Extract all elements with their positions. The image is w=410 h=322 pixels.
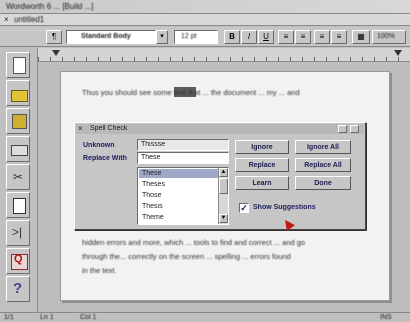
suggestion-item[interactable]: Theses — [142, 180, 165, 189]
ignore-button[interactable]: Ignore — [235, 140, 289, 154]
status-column: Col 1 — [80, 314, 97, 321]
help-icon[interactable]: ? — [6, 276, 30, 302]
right-indent-marker[interactable] — [394, 50, 402, 56]
close-icon[interactable]: × — [78, 124, 83, 133]
unknown-word-field[interactable]: Thissse — [137, 139, 229, 151]
minimize-icon[interactable] — [338, 125, 347, 133]
align-left-button[interactable]: ≡ — [278, 30, 294, 44]
paragraph-icon[interactable]: ¶ — [46, 30, 62, 44]
show-suggestions-checkbox[interactable]: ✓ — [239, 203, 249, 213]
replace-all-button[interactable]: Replace All — [295, 158, 351, 172]
spell-check-icon[interactable]: Q — [6, 248, 30, 274]
align-right-button[interactable]: ≡ — [314, 30, 330, 44]
maximize-icon[interactable] — [350, 125, 359, 133]
close-icon[interactable]: × — [4, 15, 9, 25]
document-title-bar: × untitled1 — [0, 14, 410, 26]
document-title: untitled1 — [14, 15, 45, 24]
paste-clipboard-icon[interactable] — [6, 192, 30, 218]
style-select[interactable]: Standard Body — [66, 30, 156, 44]
bold-button[interactable]: B — [224, 30, 240, 44]
document-line: hidden errors and more, which ... tools … — [82, 238, 306, 247]
save-disk-icon[interactable] — [6, 108, 30, 134]
justify-button[interactable]: ≡ — [331, 30, 347, 44]
replace-with-field[interactable]: These — [137, 152, 229, 164]
show-suggestions-label: Show Suggestions — [253, 204, 316, 211]
tool-palette: ✂ >| Q ? — [0, 48, 38, 312]
suggestions-list[interactable]: These Theses Those Thesis Theme ▲ ▼ — [137, 167, 229, 225]
highlighted-word — [174, 87, 196, 97]
scroll-up-arrow-icon[interactable]: ▲ — [219, 168, 228, 177]
dialog-title: Spell Check — [90, 125, 128, 132]
document-line: in the text. — [82, 266, 117, 275]
italic-button[interactable]: I — [241, 30, 257, 44]
status-bar: 1/1 Ln 1 Col 1 INS — [0, 312, 410, 322]
status-mode: INS — [380, 314, 392, 321]
ignore-all-button[interactable]: Ignore All — [295, 140, 351, 154]
suggestion-item[interactable]: Theme — [142, 213, 164, 222]
status-page: 1/1 — [4, 314, 14, 321]
window-title: Wordworth 6 ... [Build ...] — [6, 2, 94, 11]
ruler[interactable] — [38, 48, 410, 62]
new-document-icon[interactable] — [6, 52, 30, 78]
replace-with-label: Replace With — [83, 155, 127, 162]
format-toolbar: ¶ Standard Body ▾ 12 pt B I U ≡ ≡ ≡ ≡ ▦ … — [0, 27, 410, 47]
open-folder-icon[interactable] — [6, 80, 30, 106]
left-indent-marker[interactable] — [52, 50, 60, 56]
zoom-button[interactable]: 100% — [372, 30, 406, 44]
style-dropdown-icon[interactable]: ▾ — [156, 30, 168, 44]
align-center-button[interactable]: ≡ — [295, 30, 311, 44]
underline-button[interactable]: U — [258, 30, 274, 44]
scroll-down-arrow-icon[interactable]: ▼ — [219, 214, 228, 223]
suggestion-item[interactable]: Those — [142, 191, 161, 200]
columns-button[interactable]: ▦ — [352, 30, 370, 44]
status-line: Ln 1 — [40, 314, 54, 321]
cut-scissors-icon[interactable]: ✂ — [6, 164, 30, 190]
suggestion-item[interactable]: These — [142, 169, 161, 178]
scroll-thumb[interactable] — [219, 178, 228, 194]
font-size-select[interactable]: 12 pt — [174, 30, 218, 44]
done-button[interactable]: Done — [295, 176, 351, 190]
spell-check-dialog: × Spell Check Unknown Thissse Replace Wi… — [74, 122, 366, 230]
suggestion-item[interactable]: Thesis — [142, 202, 163, 211]
learn-button[interactable]: Learn — [235, 176, 289, 190]
dialog-title-bar: × Spell Check — [76, 124, 364, 134]
list-scrollbar[interactable]: ▲ ▼ — [218, 168, 228, 224]
replace-button[interactable]: Replace — [235, 158, 289, 172]
document-line: through the... correctly on the screen .… — [82, 252, 291, 261]
title-bar: Wordworth 6 ... [Build ...] — [0, 0, 410, 14]
print-icon[interactable] — [6, 136, 30, 162]
unknown-word-label: Unknown — [83, 142, 115, 149]
indent-icon[interactable]: >| — [6, 220, 30, 246]
